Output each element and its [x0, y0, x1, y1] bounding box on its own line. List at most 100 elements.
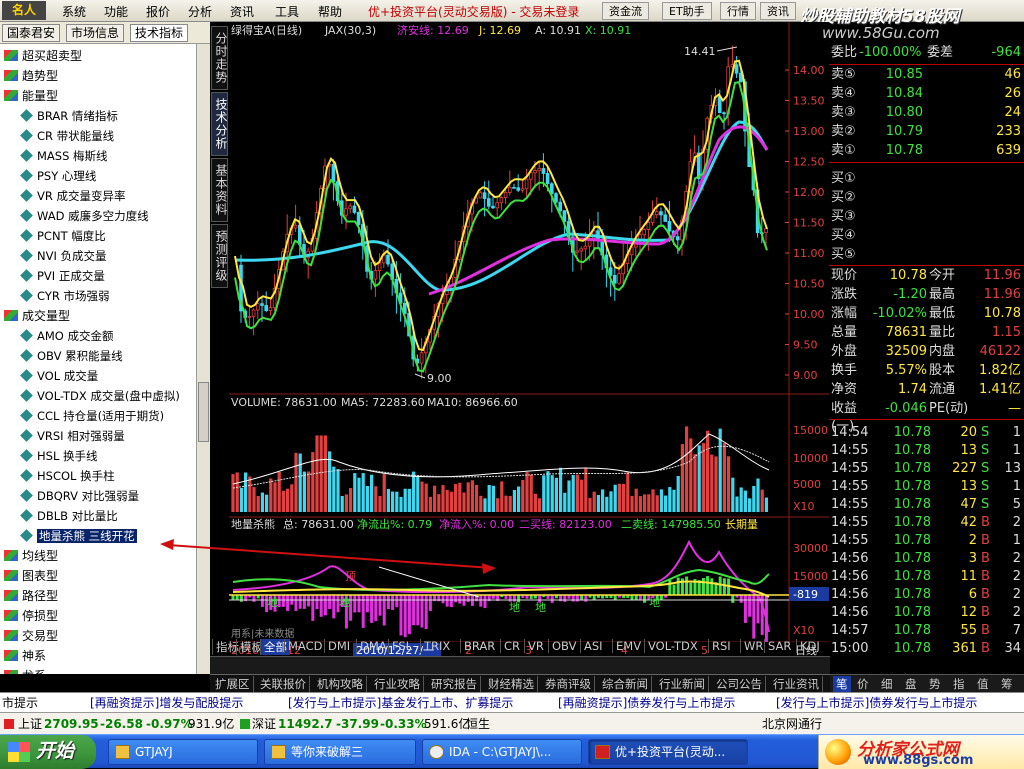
indicator-tab[interactable]: VOL-TDX — [644, 639, 701, 653]
info-tab[interactable]: 扩展区 — [212, 676, 254, 692]
et-assistant-button[interactable]: ET助手 — [662, 2, 712, 20]
task-trading-platform[interactable]: 优+投资平台(灵动... — [588, 739, 748, 765]
quote-tab[interactable]: 笔 — [833, 676, 851, 692]
tree-indicator[interactable]: 地量杀熊 三线开花 — [20, 526, 137, 546]
info-tab[interactable]: 券商评级 — [542, 676, 595, 692]
indicator-tab[interactable]: EMV — [612, 639, 644, 653]
quote-tab[interactable]: 价 — [857, 676, 869, 692]
indicator-tab[interactable]: CR — [500, 639, 523, 653]
tree-indicator[interactable]: NVI 负成交量 — [20, 246, 107, 266]
tree-category[interactable]: 超买超卖型 — [4, 46, 82, 66]
tree-indicator[interactable]: VR 成交量变异率 — [20, 186, 126, 206]
quote-tab[interactable]: 势 — [929, 676, 941, 692]
task-ida[interactable]: IDA - C:\GTJAYJ\... — [422, 739, 582, 765]
tree-indicator[interactable]: VOL-TDX 成交量(盘中虚拟) — [20, 386, 180, 406]
info-tab[interactable]: 行业攻略 — [371, 676, 424, 692]
fund-flow-button[interactable]: 资金流 — [602, 2, 649, 20]
menu-info[interactable]: 资讯 — [230, 3, 254, 20]
indicator-tab[interactable]: ASI — [580, 639, 606, 653]
tree-indicator[interactable]: CCL 持仓量(适用于期货) — [20, 406, 164, 426]
tree-category[interactable]: 均线型 — [4, 546, 58, 566]
menu-quote[interactable]: 报价 — [146, 3, 170, 20]
info-tab[interactable]: 研究报告 — [428, 676, 481, 692]
tree-category[interactable]: 趋势型 — [4, 66, 58, 86]
tree-indicator[interactable]: AMO 成交金额 — [20, 326, 114, 346]
tab-market-info[interactable]: 市场信息 — [66, 24, 125, 42]
hs-label[interactable]: 恒生 — [466, 714, 490, 734]
tree-indicator[interactable]: DBLB 对比量比 — [20, 506, 118, 526]
news-item-1[interactable]: 市提示 — [2, 694, 38, 712]
info-tab[interactable]: 关联报价 — [257, 676, 310, 692]
indicator-tab[interactable]: BRAR — [460, 639, 498, 653]
quote-tab[interactable]: 盘 — [905, 676, 917, 692]
info-tab[interactable]: 公司公告 — [713, 676, 766, 692]
quote-tab[interactable]: 值 — [977, 676, 989, 692]
vtab-tech-analysis[interactable]: 技术分析 — [211, 92, 228, 156]
tree-category[interactable]: 能量型 — [4, 86, 58, 106]
info-tab[interactable]: 综合新闻 — [599, 676, 652, 692]
indicator-tab[interactable]: MACD — [284, 639, 325, 653]
indicator-tab[interactable]: DMA — [356, 639, 390, 653]
news-button[interactable]: 资讯 — [760, 2, 796, 20]
task-gtjayj[interactable]: GTJAYJ — [108, 739, 258, 765]
tree-indicator[interactable]: VOL 成交量 — [20, 366, 98, 386]
indicator-tab[interactable]: KDJ — [796, 639, 823, 653]
indicator-tab[interactable]: RSI — [708, 639, 734, 653]
tree-indicator[interactable]: CYR 市场强弱 — [20, 286, 110, 306]
sz-label[interactable]: 深证 — [252, 714, 276, 734]
menu-function[interactable]: 功能 — [104, 3, 128, 20]
tree-indicator[interactable]: OBV 累积能量线 — [20, 346, 123, 366]
menu-system[interactable]: 系统 — [62, 3, 86, 20]
tree-indicator[interactable]: DBQRV 对比强弱量 — [20, 486, 139, 506]
menu-analysis[interactable]: 分析 — [188, 3, 212, 20]
info-tab[interactable]: 财经精选 — [485, 676, 538, 692]
tree-category[interactable]: 停损型 — [4, 606, 58, 626]
volume-bar — [340, 495, 344, 512]
task-crack[interactable]: 等你来破解三 — [264, 739, 416, 765]
vtab-fundamentals[interactable]: 基本资料 — [211, 158, 228, 222]
menu-help[interactable]: 帮助 — [318, 3, 342, 20]
start-button[interactable]: 开始 — [0, 735, 96, 769]
indicator-tab[interactable]: OBV — [548, 639, 579, 653]
scrollbar-thumb[interactable] — [198, 382, 209, 442]
tree-indicator[interactable]: CR 带状能量线 — [20, 126, 114, 146]
info-tab[interactable]: 行业资讯 — [770, 676, 823, 692]
news-item-4[interactable]: [再融资提示]债券发行与上市提示 — [558, 694, 735, 712]
tree-category[interactable]: 图表型 — [4, 566, 58, 586]
news-item-3[interactable]: [发行与上市提示]基金发行上市、扩募提示 — [288, 694, 513, 712]
tree-category[interactable]: 龙系 — [4, 666, 46, 674]
tree-indicator[interactable]: BRAR 情绪指标 — [20, 106, 118, 126]
vtab-rating[interactable]: 预测评级 — [211, 224, 228, 288]
tab-guotai[interactable]: 国泰君安 — [2, 24, 61, 42]
quote-tab[interactable]: 筹 — [1001, 676, 1013, 692]
vtab-timeshare[interactable]: 分时走势 — [211, 26, 228, 90]
news-item-5[interactable]: [发行与上市提示]债券发行与上市提示 — [776, 694, 977, 712]
tree-indicator[interactable]: PSY 心理线 — [20, 166, 96, 186]
indicator-tab[interactable]: TRIX — [420, 639, 453, 653]
tree-indicator[interactable]: MASS 梅斯线 — [20, 146, 108, 166]
tab-tech-indicators[interactable]: 技术指标 — [130, 24, 189, 42]
sh-label[interactable]: 上证 — [18, 714, 42, 734]
tree-indicator[interactable]: WAD 威廉多空力度线 — [20, 206, 149, 226]
quote-tab[interactable]: 细 — [881, 676, 893, 692]
tree-indicator[interactable]: HSL 换手线 — [20, 446, 98, 466]
tree-category[interactable]: 神系 — [4, 646, 46, 666]
news-item-2[interactable]: [再融资提示]增发与配股提示 — [90, 694, 243, 712]
tree-indicator[interactable]: PCNT 幅度比 — [20, 226, 106, 246]
tree-indicator[interactable]: HSCOL 换手柱 — [20, 466, 115, 486]
indicator-tab[interactable]: DMI — [324, 639, 353, 653]
tree-category[interactable]: 路径型 — [4, 586, 58, 606]
indicator-tab[interactable]: FSL — [388, 639, 415, 653]
info-tab[interactable]: 机构攻略 — [314, 676, 367, 692]
quote-tab[interactable]: 指 — [953, 676, 965, 692]
tree-indicator[interactable]: PVI 正成交量 — [20, 266, 105, 286]
tree-indicator[interactable]: VRSI 相对强弱量 — [20, 426, 125, 446]
indicator-tab[interactable]: VR — [524, 639, 547, 653]
info-tab[interactable]: 行业新闻 — [656, 676, 709, 692]
indicator-tab[interactable]: WR — [740, 639, 766, 653]
tree-category[interactable]: 成交量型 — [4, 306, 70, 326]
quote-button[interactable]: 行情 — [720, 2, 756, 20]
menu-tools[interactable]: 工具 — [275, 3, 299, 20]
tree-category[interactable]: 交易型 — [4, 626, 58, 646]
indicator-tab[interactable]: SAR — [764, 639, 794, 653]
